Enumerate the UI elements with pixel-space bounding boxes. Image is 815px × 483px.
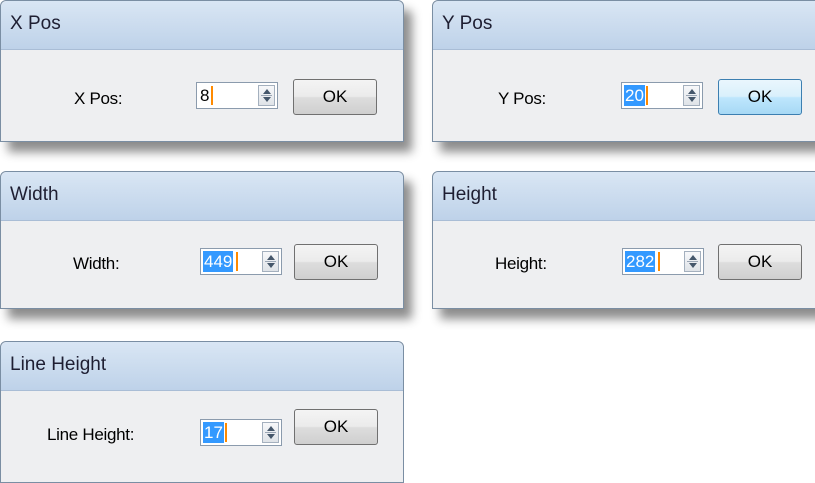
width-label: Width: [73, 254, 120, 273]
line-height-label: Line Height: [47, 425, 135, 444]
spin-down-arrow-icon[interactable] [267, 263, 275, 268]
height-value[interactable]: 282 [625, 251, 656, 272]
height-spin-buttons[interactable] [684, 251, 701, 272]
width-value[interactable]: 449 [203, 251, 234, 272]
xpos-label: X Pos: [74, 89, 123, 108]
text-caret [658, 252, 660, 271]
height-dialog-title: Height [442, 184, 497, 205]
line-height-spin-input[interactable]: 17 [200, 419, 282, 446]
ypos-ok-button[interactable]: OK [718, 79, 802, 115]
height-dialog: Height Height: 282 OK [432, 171, 815, 309]
xpos-value[interactable]: 8 [199, 85, 210, 106]
width-dialog-title: Width [10, 184, 59, 205]
width-spin-buttons[interactable] [262, 251, 279, 272]
height-titlebar[interactable]: Height [433, 172, 815, 221]
height-label: Height: [495, 254, 547, 273]
ypos-titlebar[interactable]: Y Pos [433, 1, 815, 50]
width-titlebar[interactable]: Width [1, 172, 403, 221]
line-height-ok-button[interactable]: OK [294, 409, 378, 445]
spin-up-arrow-icon[interactable] [688, 89, 696, 94]
spin-down-arrow-icon[interactable] [263, 97, 271, 102]
line-height-dialog: Line Height Line Height: 17 OK [0, 341, 404, 483]
xpos-dialog-title: X Pos [10, 13, 61, 34]
line-height-spin-buttons[interactable] [262, 422, 279, 443]
ypos-value[interactable]: 20 [624, 85, 645, 106]
width-spin-input[interactable]: 449 [200, 248, 282, 275]
text-caret [211, 86, 213, 105]
ypos-label: Y Pos: [498, 89, 546, 108]
spin-down-arrow-icon[interactable] [688, 97, 696, 102]
xpos-spin-input[interactable]: 8 [196, 82, 278, 109]
width-ok-button[interactable]: OK [294, 244, 378, 280]
spin-divider [687, 261, 698, 262]
ypos-spin-input[interactable]: 20 [621, 82, 703, 109]
spin-divider [261, 95, 272, 96]
spin-up-arrow-icon[interactable] [267, 426, 275, 431]
ypos-dialog-title: Y Pos [442, 13, 493, 34]
line-height-titlebar[interactable]: Line Height [1, 342, 403, 391]
ypos-dialog: Y Pos Y Pos: 20 OK [432, 0, 815, 142]
xpos-dialog: X Pos X Pos: 8 OK [0, 0, 404, 142]
xpos-spin-buttons[interactable] [258, 85, 275, 106]
width-dialog: Width Width: 449 OK [0, 171, 404, 309]
spin-up-arrow-icon[interactable] [263, 89, 271, 94]
ypos-spin-buttons[interactable] [683, 85, 700, 106]
line-height-dialog-title: Line Height [10, 354, 107, 375]
spin-divider [686, 95, 697, 96]
spin-down-arrow-icon[interactable] [689, 263, 697, 268]
spin-down-arrow-icon[interactable] [267, 434, 275, 439]
text-caret [225, 423, 227, 442]
spin-up-arrow-icon[interactable] [689, 255, 697, 260]
xpos-titlebar[interactable]: X Pos [1, 1, 403, 50]
text-caret [236, 252, 238, 271]
line-height-value[interactable]: 17 [203, 422, 224, 443]
height-ok-button[interactable]: OK [718, 244, 802, 280]
spin-divider [265, 261, 276, 262]
xpos-ok-button[interactable]: OK [293, 79, 377, 115]
text-caret [646, 86, 648, 105]
height-spin-input[interactable]: 282 [622, 248, 704, 275]
spin-divider [265, 432, 276, 433]
spin-up-arrow-icon[interactable] [267, 255, 275, 260]
